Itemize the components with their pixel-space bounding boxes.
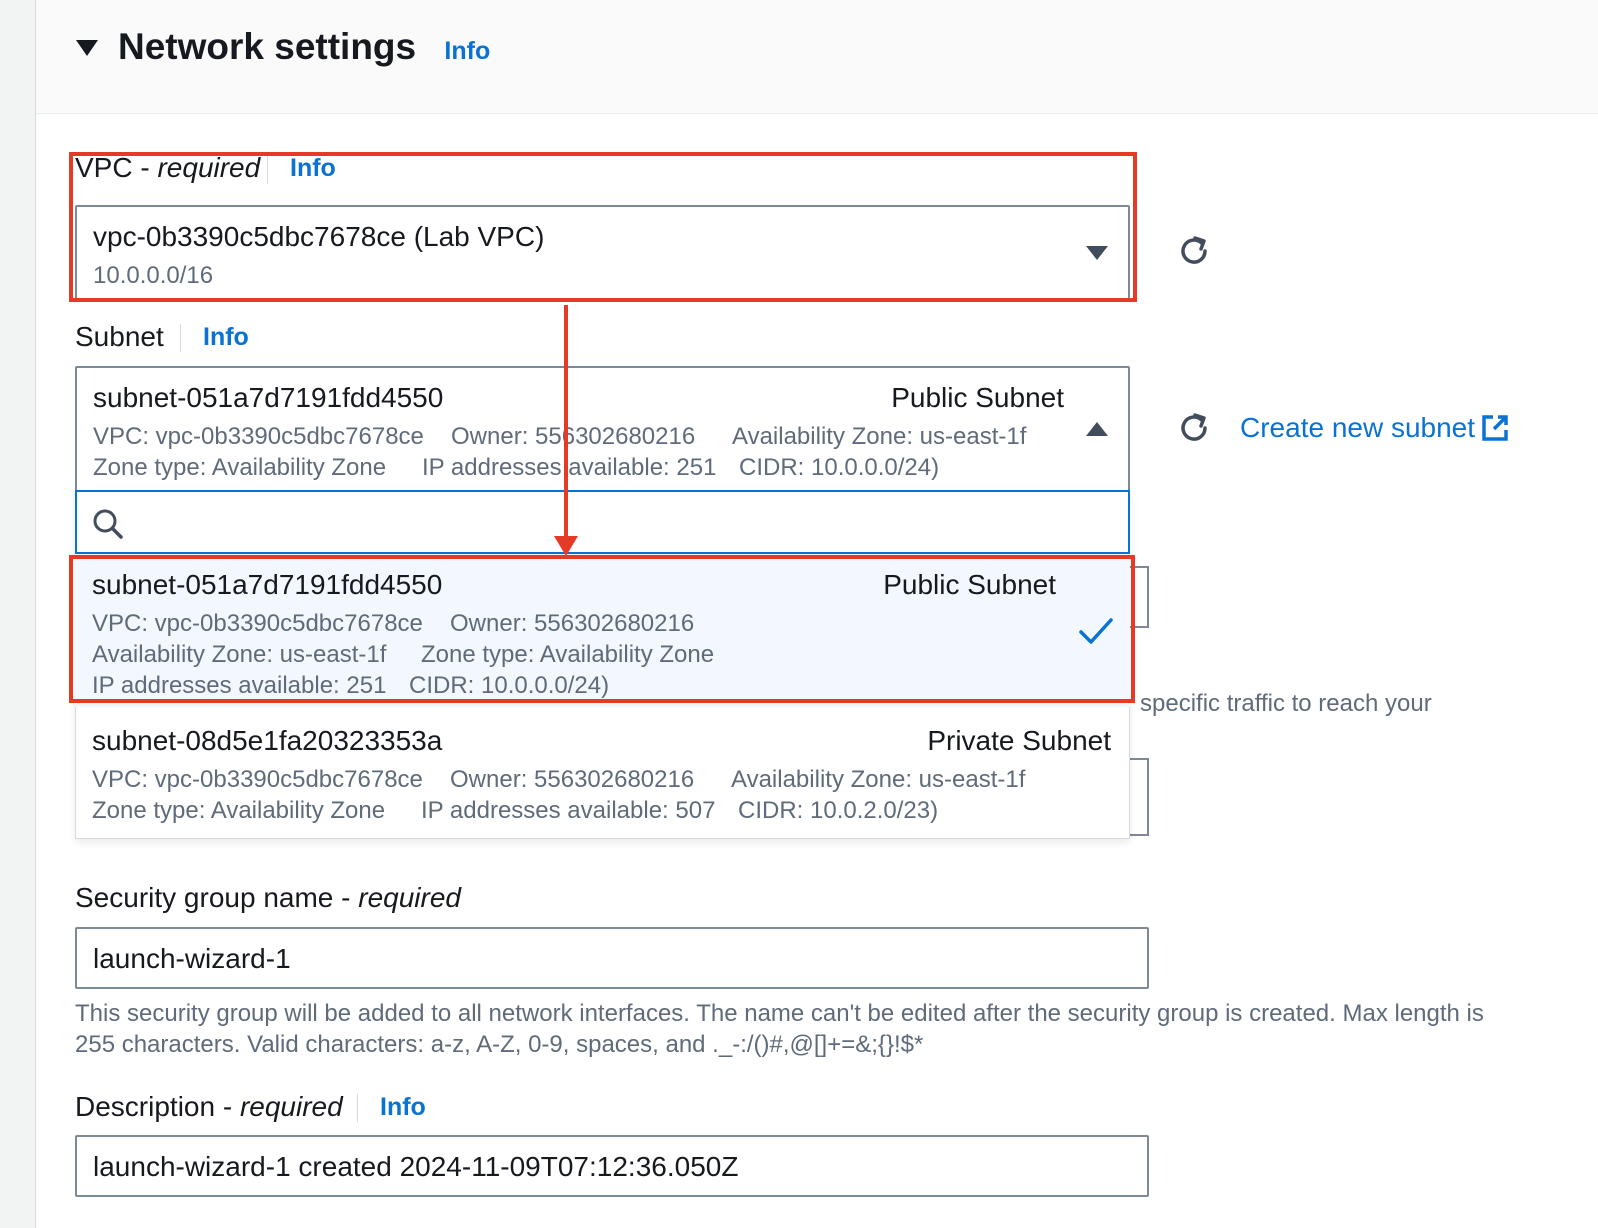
subnet-option-public[interactable]: subnet-051a7d7191fdd4550 Public Subnet V… [75, 554, 1130, 707]
vpc-label-divider [267, 156, 268, 184]
option-name: Public Subnet [883, 569, 1056, 600]
description-label-divider [357, 1094, 358, 1122]
vpc-select-cidr: 10.0.0.0/16 [93, 262, 214, 289]
option-id: subnet-08d5e1fa20323353a [92, 725, 443, 756]
security-group-help-line2: 255 characters. Valid characters: a-z, A… [75, 1031, 924, 1058]
subnet-select-id: subnet-051a7d7191fdd4550 [93, 382, 444, 413]
security-group-required-text: required [358, 882, 461, 913]
option-id: subnet-051a7d7191fdd4550 [92, 569, 443, 600]
vpc-label-text: VPC - [75, 152, 158, 183]
option-zone-type: Zone type: Availability Zone [421, 641, 715, 668]
subnet-option-private[interactable]: subnet-08d5e1fa20323353a Private Subnet … [75, 710, 1130, 838]
option-az: Availability Zone: us-east-1f [731, 766, 1026, 793]
section-info-link[interactable]: Info [444, 37, 490, 65]
subnet-select[interactable]: subnet-051a7d7191fdd4550 Public Subnet V… [75, 366, 1130, 492]
panel-header: Network settings Info [36, 0, 1598, 114]
chevron-up-icon [1086, 422, 1108, 436]
option-vpc: VPC: vpc-0b3390c5dbc7678ce [92, 610, 423, 637]
subnet-label: Subnet [75, 321, 164, 352]
refresh-vpc-icon[interactable] [1175, 232, 1213, 270]
security-group-name-value: launch-wizard-1 [93, 943, 291, 974]
subnet-select-az: Availability Zone: us-east-1f [732, 423, 1027, 450]
security-group-label: Security group name - required [75, 882, 461, 914]
caret-down-icon[interactable] [76, 40, 98, 56]
subnet-label-divider [180, 324, 181, 352]
option-zone-type: Zone type: Availability Zone [92, 797, 386, 824]
refresh-subnet-icon[interactable] [1175, 409, 1213, 447]
create-new-subnet-link[interactable]: Create new subnet [1240, 412, 1475, 444]
subnet-search-input[interactable] [75, 490, 1130, 554]
chevron-down-icon [1086, 246, 1108, 260]
description-required-text: required [239, 1091, 343, 1122]
description-label-text: Description - [75, 1091, 240, 1122]
description-value: launch-wizard-1 created 2024-11-09T07:12… [93, 1151, 739, 1182]
option-owner: Owner: 556302680216 [450, 766, 695, 793]
subnet-select-zone-type: Zone type: Availability Zone [93, 454, 387, 481]
subnet-info-link[interactable]: Info [203, 323, 249, 352]
annotation-arrow-head [554, 536, 578, 556]
external-link-icon [1482, 415, 1508, 441]
vpc-required-text: required [157, 152, 261, 183]
vpc-label: VPC - required [75, 152, 260, 184]
option-owner: Owner: 556302680216 [450, 610, 695, 637]
option-ips: IP addresses available: 507 [421, 797, 716, 824]
subnet-search-field[interactable] [133, 502, 1117, 544]
vpc-select[interactable]: vpc-0b3390c5dbc7678ce (Lab VPC) 10.0.0.0… [75, 205, 1130, 300]
option-cidr: CIDR: 10.0.2.0/23) [738, 797, 939, 824]
search-icon [93, 509, 123, 539]
section-title: Network settings Info [118, 26, 490, 68]
option-ips: IP addresses available: 251 [92, 672, 387, 699]
description-label: Description - required [75, 1091, 343, 1123]
vpc-info-link[interactable]: Info [290, 154, 336, 183]
description-info-link[interactable]: Info [380, 1093, 426, 1122]
security-group-label-text: Security group name - [75, 882, 359, 913]
option-vpc: VPC: vpc-0b3390c5dbc7678ce [92, 766, 423, 793]
section-title-text: Network settings [118, 26, 417, 67]
option-cidr: CIDR: 10.0.0.0/24) [409, 672, 610, 699]
checkmark-icon [1079, 618, 1113, 644]
vpc-select-value: vpc-0b3390c5dbc7678ce (Lab VPC) [93, 221, 545, 252]
subnet-select-name: Public Subnet [891, 382, 1064, 413]
security-group-help-line1: This security group will be added to all… [75, 1000, 1484, 1027]
partial-help-text: specific traffic to reach your [1140, 690, 1432, 717]
subnet-select-vpc: VPC: vpc-0b3390c5dbc7678ce [93, 423, 424, 450]
security-group-name-input[interactable]: launch-wizard-1 [75, 927, 1149, 989]
subnet-select-owner: Owner: 556302680216 [451, 423, 696, 450]
description-input[interactable]: launch-wizard-1 created 2024-11-09T07:12… [75, 1135, 1149, 1197]
option-name: Private Subnet [927, 725, 1111, 756]
subnet-select-ips: IP addresses available: 251 [422, 454, 717, 481]
create-new-subnet-text: Create new subnet [1240, 412, 1476, 443]
option-az: Availability Zone: us-east-1f [92, 641, 387, 668]
subnet-select-cidr: CIDR: 10.0.0.0/24) [739, 454, 940, 481]
annotation-arrow-line [564, 305, 568, 540]
